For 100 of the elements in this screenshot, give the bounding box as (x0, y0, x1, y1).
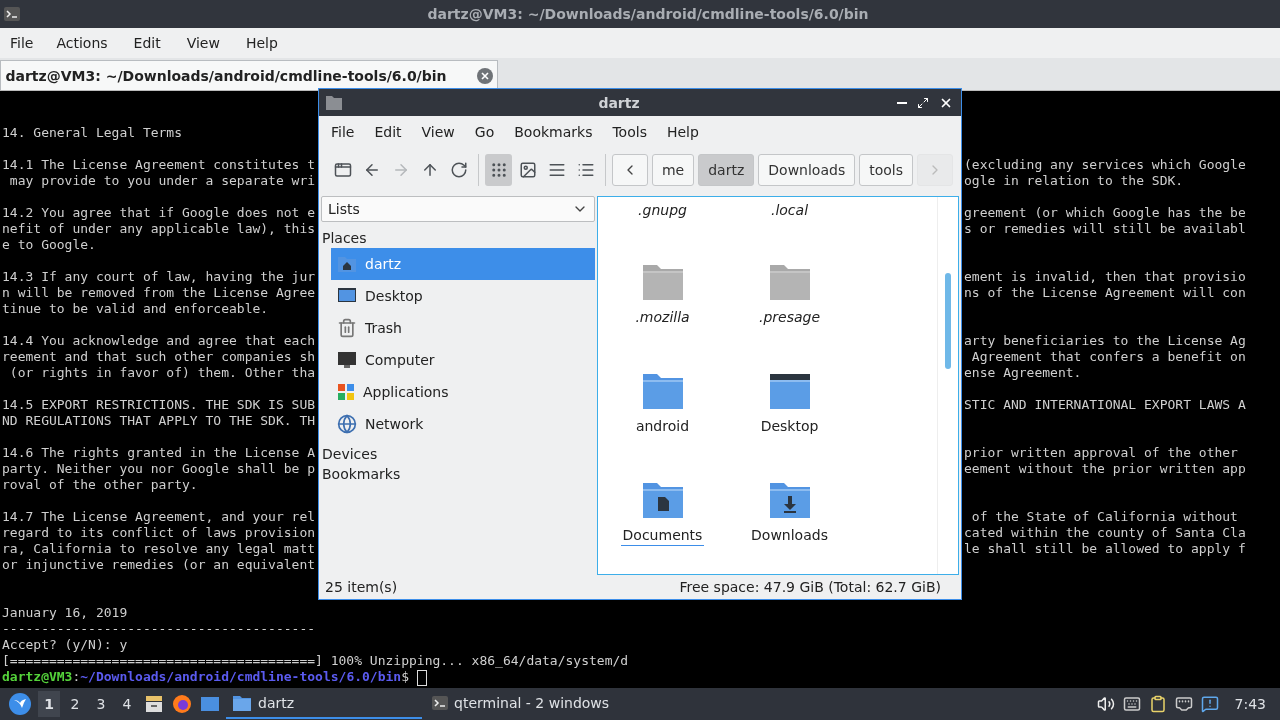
terminal-text: nefit of under any applicable law), this (2, 221, 316, 237)
workspace-button[interactable]: 1 (38, 691, 60, 717)
place-item[interactable]: Trash (331, 312, 595, 344)
terminal-text: e to Google. (2, 237, 96, 253)
text-cursor (417, 669, 427, 686)
close-icon[interactable] (476, 67, 493, 84)
workspace-button[interactable]: 3 (90, 691, 112, 717)
path-segment[interactable]: Downloads (758, 154, 856, 186)
section-heading[interactable]: Places (321, 228, 595, 248)
menu-item[interactable]: Help (656, 124, 709, 140)
monitor-icon (337, 351, 357, 369)
menu-item[interactable]: View (173, 35, 233, 51)
terminal-text: 14.6 The rights granted in the License A (2, 445, 316, 461)
clock: 7:43 (1234, 696, 1266, 712)
place-item[interactable]: Desktop (331, 280, 595, 312)
menu-item[interactable]: File (0, 35, 44, 51)
trash-icon (337, 318, 357, 338)
network-icon (1174, 695, 1193, 713)
scrollbar-thumb[interactable] (945, 273, 951, 369)
terminal-text: 14.3 If any court of law, having the jur (2, 269, 316, 285)
view-mode-button[interactable] (485, 154, 513, 186)
terminal-text: [=======================================] 100% Unzipping... x86_64/data/system/d (2, 653, 629, 669)
terminal-text: ement is invalid, then that provisio (964, 269, 1246, 285)
minimize-icon (897, 101, 907, 104)
terminal-text: eement without the prior written app (964, 461, 1246, 477)
terminal-text: le shall still be allowed to apply f (964, 541, 1246, 557)
terminal-text: regard to its conflict of laws provision (2, 525, 316, 541)
lines-icon (547, 161, 566, 179)
terminal-text: greement (or which Google has the be (964, 205, 1246, 221)
menu-item[interactable]: Go (464, 124, 505, 140)
menu-item[interactable]: Edit (364, 124, 412, 140)
menu-item[interactable]: Help (232, 35, 291, 51)
terminal-text: prior written approval of the other (964, 445, 1238, 461)
terminal-text: (excluding any services which Google (964, 157, 1246, 173)
terminal-text: 14. General Legal Terms (2, 125, 182, 141)
folder-icon (232, 694, 252, 712)
path-segment[interactable]: me (651, 154, 695, 186)
place-item[interactable]: Computer (331, 344, 595, 376)
folder-name[interactable]: .presage (756, 309, 823, 328)
menu-item[interactable]: Tools (602, 124, 657, 140)
folder-name[interactable]: .local (768, 202, 811, 221)
volume-icon (1096, 695, 1115, 713)
menu-item[interactable]: View (411, 124, 465, 140)
terminal-text: or injunctive remedies (or an equivalent (2, 557, 316, 573)
terminal-text: ense Agreement. (964, 365, 1082, 381)
home-folder-icon (337, 255, 357, 273)
folder-name[interactable]: Downloads (749, 527, 830, 546)
list-icon (576, 161, 595, 179)
terminal-tab[interactable]: dartz@VM3: ~/Downloads/android/cmdline-tools/6.0/bin (0, 60, 498, 90)
terminal-text: (or rights in favor of) them. Other tha (8, 365, 316, 381)
folder-name[interactable]: .gnupg (636, 202, 689, 221)
window-icon (200, 695, 220, 713)
terminal-text: s or remedies will still be availabl (964, 221, 1246, 237)
globe-icon (337, 414, 357, 434)
terminal-text: STIC AND INTERNATIONAL EXPORT LAWS A (964, 397, 1246, 413)
terminal-text: Accept? (y/N): y (2, 637, 128, 653)
terminal-text: ---------------------------------------- (2, 621, 316, 637)
applications-icon (337, 383, 355, 401)
menu-item[interactable]: Bookmarks (504, 124, 603, 140)
place-item[interactable]: Applications (331, 376, 595, 408)
path-segment[interactable]: dartz (698, 154, 755, 186)
folder-name[interactable]: android (633, 418, 692, 437)
terminal-text: ogle in relation to the SDK. (964, 173, 1184, 189)
folder-name[interactable]: Documents (620, 527, 705, 546)
folder-name[interactable]: Desktop (758, 418, 821, 437)
terminal-icon (432, 696, 448, 710)
terminal-text: 14.1 The License Agreement constitutes t (2, 157, 316, 173)
terminal-text: ND REGULATIONS THAT APPLY TO THE SDK. TH (2, 413, 316, 429)
task-button[interactable]: qterminal - 2 windows (426, 689, 626, 719)
place-item[interactable]: Network (331, 408, 595, 440)
start-menu-button[interactable] (6, 690, 34, 718)
section-heading[interactable]: Bookmarks (321, 464, 595, 484)
menu-item[interactable]: File (321, 124, 365, 140)
launcher-button[interactable] (170, 692, 194, 716)
menu-item[interactable]: Edit (120, 35, 174, 51)
section-heading[interactable]: Devices (321, 444, 595, 464)
terminal-text: arty beneficiaries to the License Ag (964, 333, 1246, 349)
terminal-text: of the State of California without (970, 509, 1238, 525)
terminal-text: January 16, 2019 (2, 605, 128, 621)
terminal-prompt: dartz@VM3:~/Downloads/android/cmdline-tools/6.0/bin$ (2, 669, 409, 684)
reload-icon (449, 161, 468, 179)
terminal-text: ns of the License Agreement will con (964, 285, 1246, 301)
side-pane-dropdown[interactable]: Lists (321, 196, 595, 222)
keyboard-icon (1122, 695, 1141, 713)
folder-icon (325, 94, 343, 111)
workspace-button[interactable]: 2 (64, 691, 86, 717)
terminal-text: ra, California to resolve any legal matt (2, 541, 316, 557)
free-space: Free space: 47.9 GiB (Total: 62.7 GiB) (679, 579, 941, 595)
task-button[interactable]: dartz (226, 689, 422, 719)
path-segment[interactable]: tools (859, 154, 913, 186)
terminal-text: reement and that such other companies sh (2, 349, 316, 365)
workspace-button[interactable]: 4 (116, 691, 138, 717)
terminal-text: may provide to you under a separate wri (8, 173, 316, 189)
terminal-text: roval of the other party. (2, 477, 198, 493)
menu-item[interactable]: Actions (43, 35, 121, 51)
browser-icon (172, 694, 192, 714)
item-count: 25 item(s) (325, 579, 398, 595)
clipboard-icon (1148, 695, 1167, 713)
folder-name[interactable]: .mozilla (633, 309, 692, 328)
new-tab-icon (333, 161, 352, 179)
